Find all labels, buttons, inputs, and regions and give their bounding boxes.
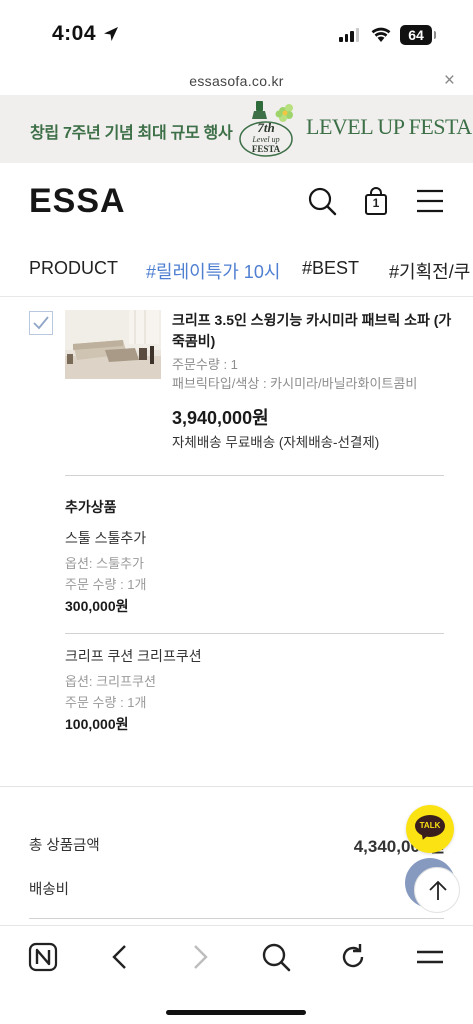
product-name[interactable]: 크리프 3.5인 스윙기능 카시미라 패브릭 소파 (가죽콤비) (172, 310, 452, 352)
wifi-icon (371, 27, 391, 42)
product-option: 패브릭타입/색상 : 카시미라/바닐라화이트콤비 (172, 376, 418, 391)
nav-item-promotion[interactable]: #기획전/쿠 (389, 258, 470, 284)
addon-item-quantity: 주문 수량 : 1개 (65, 577, 147, 592)
product-quantity: 주문수량 : 1 (172, 357, 238, 372)
addon-item-name: 크리프 쿠션 크리프쿠션 (65, 648, 202, 664)
addon-item-price: 100,000원 (65, 716, 129, 732)
search-icon[interactable] (259, 940, 293, 974)
divider (29, 918, 444, 919)
product-thumbnail[interactable] (65, 310, 161, 379)
arrow-up-icon (429, 880, 447, 900)
site-logo[interactable]: ESSA (29, 182, 126, 221)
nav-item-relay-sale[interactable]: #릴레이특가 10시 (146, 258, 280, 284)
nav-item-product[interactable]: PRODUCT (29, 258, 118, 279)
section-divider (0, 786, 473, 787)
divider (65, 475, 444, 476)
close-icon[interactable]: × (444, 70, 455, 92)
category-nav: PRODUCT #릴레이특가 10시 #BEST #기획전/쿠 (0, 241, 473, 297)
status-time: 4:04 (52, 22, 97, 45)
kakao-talk-icon: TALK (415, 815, 445, 837)
svg-text:7th: 7th (257, 120, 274, 135)
scroll-to-top-button[interactable] (414, 867, 460, 913)
menu-icon[interactable] (413, 940, 447, 974)
url-text[interactable]: essasofa.co.kr (0, 73, 473, 89)
product-shipping: 자체배송 무료배송 (자체배송-선결제) (172, 435, 380, 450)
kakao-talk-button[interactable]: TALK (406, 805, 454, 853)
url-bar[interactable]: essasofa.co.kr × (0, 70, 473, 95)
cart-button[interactable]: 1 (360, 185, 392, 217)
back-icon[interactable] (104, 940, 138, 974)
divider (65, 633, 444, 634)
search-icon[interactable] (306, 185, 338, 217)
location-arrow-icon (104, 27, 118, 41)
naver-home-icon[interactable] (26, 940, 60, 974)
nav-item-best[interactable]: #BEST (302, 258, 359, 279)
total-amount-label: 총 상품금액 (29, 838, 100, 854)
festa-logo-icon: 7th Level up FESTA (239, 101, 293, 157)
svg-text:FESTA: FESTA (252, 144, 281, 154)
shipping-fee-label: 배송비 (29, 882, 70, 898)
addon-item-option: 옵션: 스툴추가 (65, 556, 144, 571)
addon-item-name: 스툴 스툴추가 (65, 530, 147, 546)
menu-icon[interactable] (414, 185, 446, 217)
site-header: ESSA 1 (0, 163, 473, 241)
banner-text: 창립 7주년 기념 최대 규모 행사 (30, 125, 233, 142)
product-price: 3,940,000원 (172, 408, 269, 428)
item-select-checkbox[interactable] (29, 311, 53, 335)
event-banner[interactable]: 창립 7주년 기념 최대 규모 행사 7th Level up FESTA LE… (0, 95, 473, 163)
home-indicator (166, 1010, 306, 1015)
forward-icon[interactable] (182, 940, 216, 974)
cellular-signal-icon (339, 28, 359, 42)
addon-item-quantity: 주문 수량 : 1개 (65, 695, 147, 710)
addon-item-option: 옵션: 크리프쿠션 (65, 674, 156, 689)
svg-text:Level up: Level up (251, 135, 279, 144)
checkmark-icon (33, 316, 49, 330)
refresh-icon[interactable] (336, 940, 370, 974)
status-bar: 4:04 64 (0, 0, 473, 70)
cart-count-badge: 1 (372, 196, 380, 210)
battery-indicator: 64 (400, 25, 436, 45)
addon-section-title: 추가상품 (65, 499, 117, 515)
banner-festa-text: LEVEL UP FESTA (306, 114, 472, 139)
addon-item-price: 300,000원 (65, 598, 129, 614)
